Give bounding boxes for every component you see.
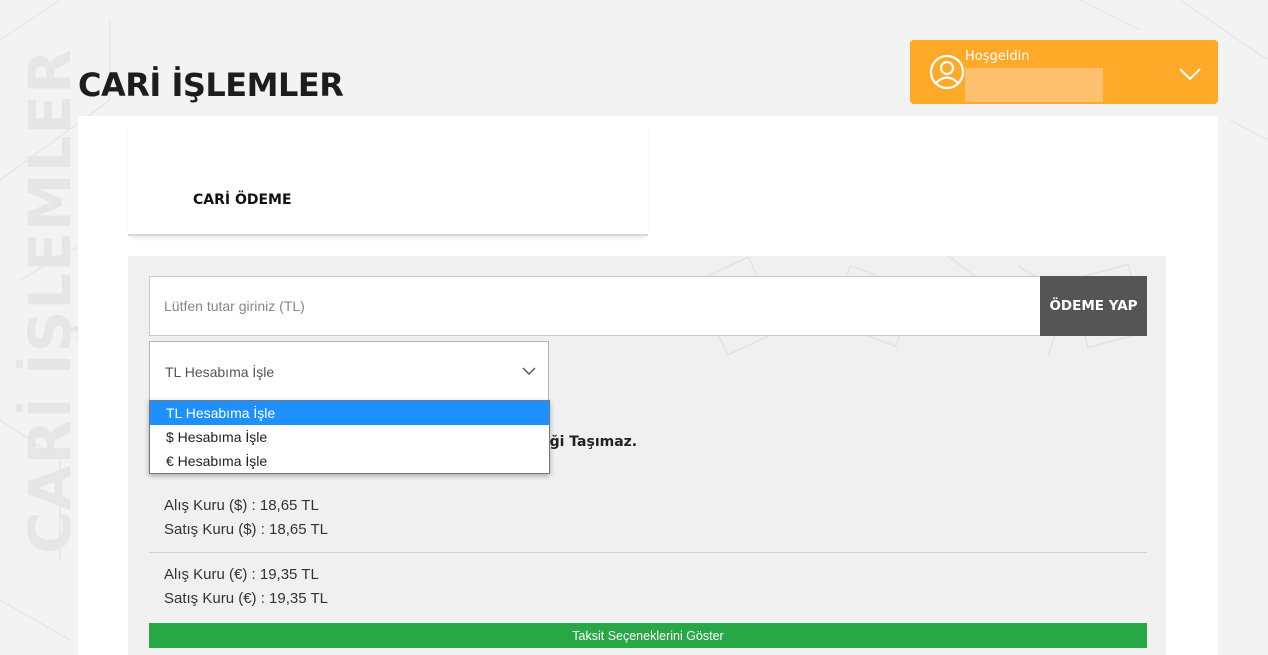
payment-panel: ÖDEME YAP TL Hesabıma İşle TL Hesabıma İ… [128,256,1166,655]
user-menu[interactable]: Hoşgeldin [910,40,1218,104]
account-dropdown: TL Hesabıma İşle $ Hesabıma İşle € Hesab… [149,400,550,474]
eur-rates: Alış Kuru (€) : 19,35 TL Satış Kuru (€) … [164,563,328,611]
usd-buy-rate: Alış Kuru ($) : 18,65 TL [164,497,319,514]
chevron-down-icon [522,367,536,375]
amount-input[interactable] [149,276,1041,336]
welcome-text: Hoşgeldin [965,49,1030,64]
divider [149,552,1147,553]
user-circle-icon [929,54,965,90]
dropdown-option-usd[interactable]: $ Hesabıma İşle [150,425,549,449]
usd-sell-rate: Satış Kuru ($) : 18,65 TL [164,521,328,538]
side-watermark: CARİ İŞLEMLER [16,48,84,554]
usd-rates: Alış Kuru ($) : 18,65 TL Satış Kuru ($) … [164,494,328,542]
page-title: CARİ İŞLEMLER [78,66,344,104]
dropdown-option-tl[interactable]: TL Hesabıma İşle [150,401,549,425]
account-select-value: TL Hesabıma İşle [165,364,275,380]
dropdown-option-eur[interactable]: € Hesabıma İşle [150,449,549,473]
eur-buy-rate: Alış Kuru (€) : 19,35 TL [164,566,319,583]
show-installments-button[interactable]: Taksit Seçeneklerini Göster [149,623,1147,648]
notice-text: liği Taşımaz. [540,434,638,450]
username-redacted [965,68,1103,102]
pay-button[interactable]: ÖDEME YAP [1040,276,1147,336]
tab-label: CARİ ÖDEME [193,192,292,208]
chevron-down-icon[interactable] [1179,67,1201,81]
eur-sell-rate: Satış Kuru (€) : 19,35 TL [164,590,328,607]
account-select[interactable]: TL Hesabıma İşle [149,341,549,401]
tab-cari-odeme[interactable]: CARİ ÖDEME [128,116,648,236]
main-card: CARİ ÖDEME ÖDEME YAP TL Hesabıma İşle TL… [78,116,1218,655]
